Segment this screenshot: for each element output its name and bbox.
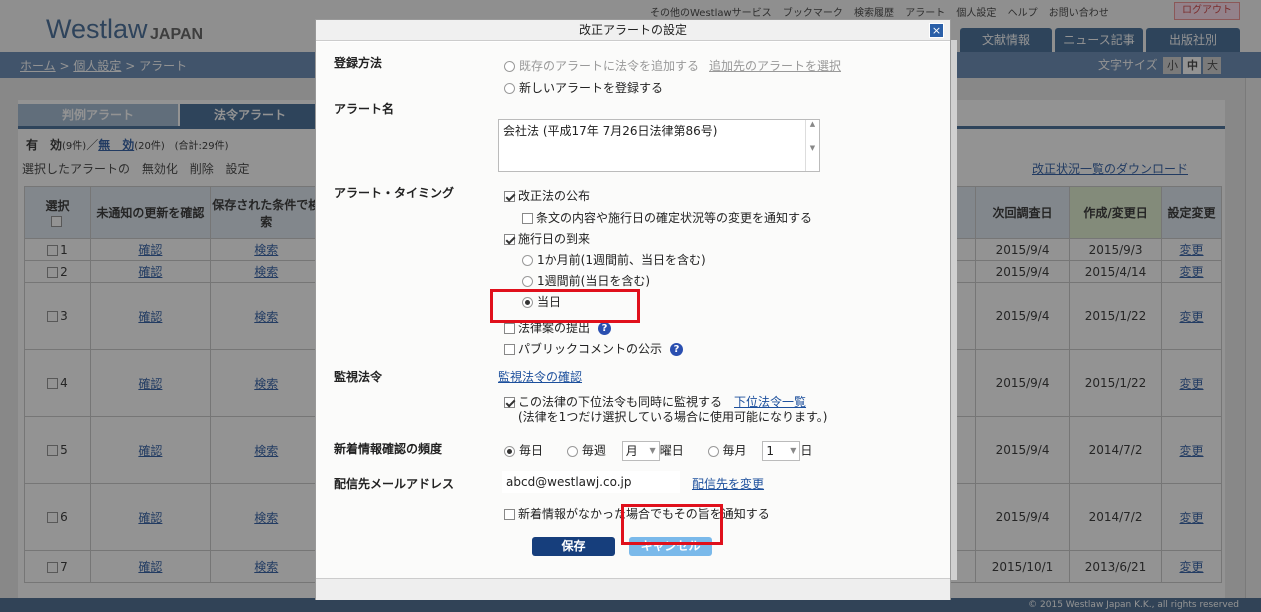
effective-checkbox[interactable] xyxy=(504,234,515,245)
highlight-box-bill xyxy=(490,289,640,323)
sub-laws-link[interactable]: 下位法令一覧 xyxy=(734,395,806,409)
monthly-label: 毎月 xyxy=(722,443,747,458)
public-checkbox[interactable] xyxy=(504,344,515,355)
timing-label: アラート・タイミング xyxy=(334,186,455,200)
bill-checkbox[interactable] xyxy=(504,323,515,334)
name-label: アラート名 xyxy=(334,102,395,116)
weekly-label: 毎週 xyxy=(581,443,606,458)
timing-week[interactable]: 1週間前(当日を含む) xyxy=(522,272,650,289)
highlight-box-cancel xyxy=(621,504,723,545)
week-radio[interactable] xyxy=(522,276,533,287)
timing-month[interactable]: 1か月前(1週間前、当日を含む) xyxy=(522,251,706,268)
monitor-link[interactable]: 監視法令の確認 xyxy=(498,368,582,385)
amend-checkbox[interactable] xyxy=(504,191,515,202)
daily-radio[interactable] xyxy=(504,445,515,457)
timing-public[interactable]: パブリックコメントの公示? xyxy=(504,340,684,357)
weekly-radio[interactable] xyxy=(566,445,578,457)
chevron-down-icon: ▼ xyxy=(649,446,656,455)
email-field[interactable]: abcd@westlawj.co.jp xyxy=(502,471,680,493)
chevron-down-icon: ▼ xyxy=(790,446,797,455)
alert-name-input[interactable]: 会社法 (平成17年 7月26日法律第86号) ▲ ▼ xyxy=(498,119,820,172)
month-radio[interactable] xyxy=(522,255,533,266)
reg-existing-radio[interactable] xyxy=(504,61,515,72)
reg-new-option[interactable]: 新しいアラートを登録する xyxy=(504,79,663,96)
timing-amend[interactable]: 改正法の公布 xyxy=(504,187,590,204)
help-icon[interactable]: ? xyxy=(670,343,684,356)
dialog-footer xyxy=(316,578,950,600)
reg-new-radio[interactable] xyxy=(504,83,515,94)
timing-effective[interactable]: 施行日の到来 xyxy=(504,230,590,247)
change-email-link[interactable]: 配信先を変更 xyxy=(692,475,764,492)
dialog-scrollbar[interactable] xyxy=(951,40,957,580)
help-icon[interactable]: ? xyxy=(598,322,612,335)
reg-existing-option[interactable]: 既存のアラートに法令を追加する xyxy=(504,57,699,74)
timing-notify[interactable]: 条文の内容や施行日の確定状況等の変更を通知する xyxy=(522,209,812,226)
dialog-title: 改正アラートの設定 xyxy=(578,23,687,37)
reg-label: 登録方法 xyxy=(334,56,383,70)
monitor-label: 監視法令 xyxy=(334,370,383,384)
daily-label: 毎日 xyxy=(519,443,544,458)
monitor-note: (法律を1つだけ選択している場合に使用可能になります。) xyxy=(518,410,828,424)
weekday-select[interactable]: 月 ▼ xyxy=(621,441,660,461)
notify-none-checkbox[interactable] xyxy=(504,509,515,520)
monthly-radio[interactable] xyxy=(707,445,719,457)
textarea-scrollbar[interactable]: ▲ ▼ xyxy=(805,120,819,171)
monthday-select[interactable]: 1 ▼ xyxy=(762,441,801,461)
save-button[interactable]: 保存 xyxy=(532,537,615,556)
monthday-suffix: 日 xyxy=(800,443,813,458)
dialog-titlebar: 改正アラートの設定 × xyxy=(316,20,950,41)
freq-options: 毎日 毎週 月 ▼ 曜日 毎月 1 ▼ 日 xyxy=(504,441,812,461)
weekday-suffix: 曜日 xyxy=(659,443,684,458)
monitor-sub-checkbox[interactable] xyxy=(504,397,515,408)
email-label: 配信先メールアドレス xyxy=(334,477,455,491)
choose-alert-link[interactable]: 追加先のアラートを選択 xyxy=(709,57,841,74)
close-icon[interactable]: × xyxy=(929,23,944,38)
freq-label: 新着情報確認の頻度 xyxy=(334,442,443,456)
notify-checkbox[interactable] xyxy=(522,213,533,224)
